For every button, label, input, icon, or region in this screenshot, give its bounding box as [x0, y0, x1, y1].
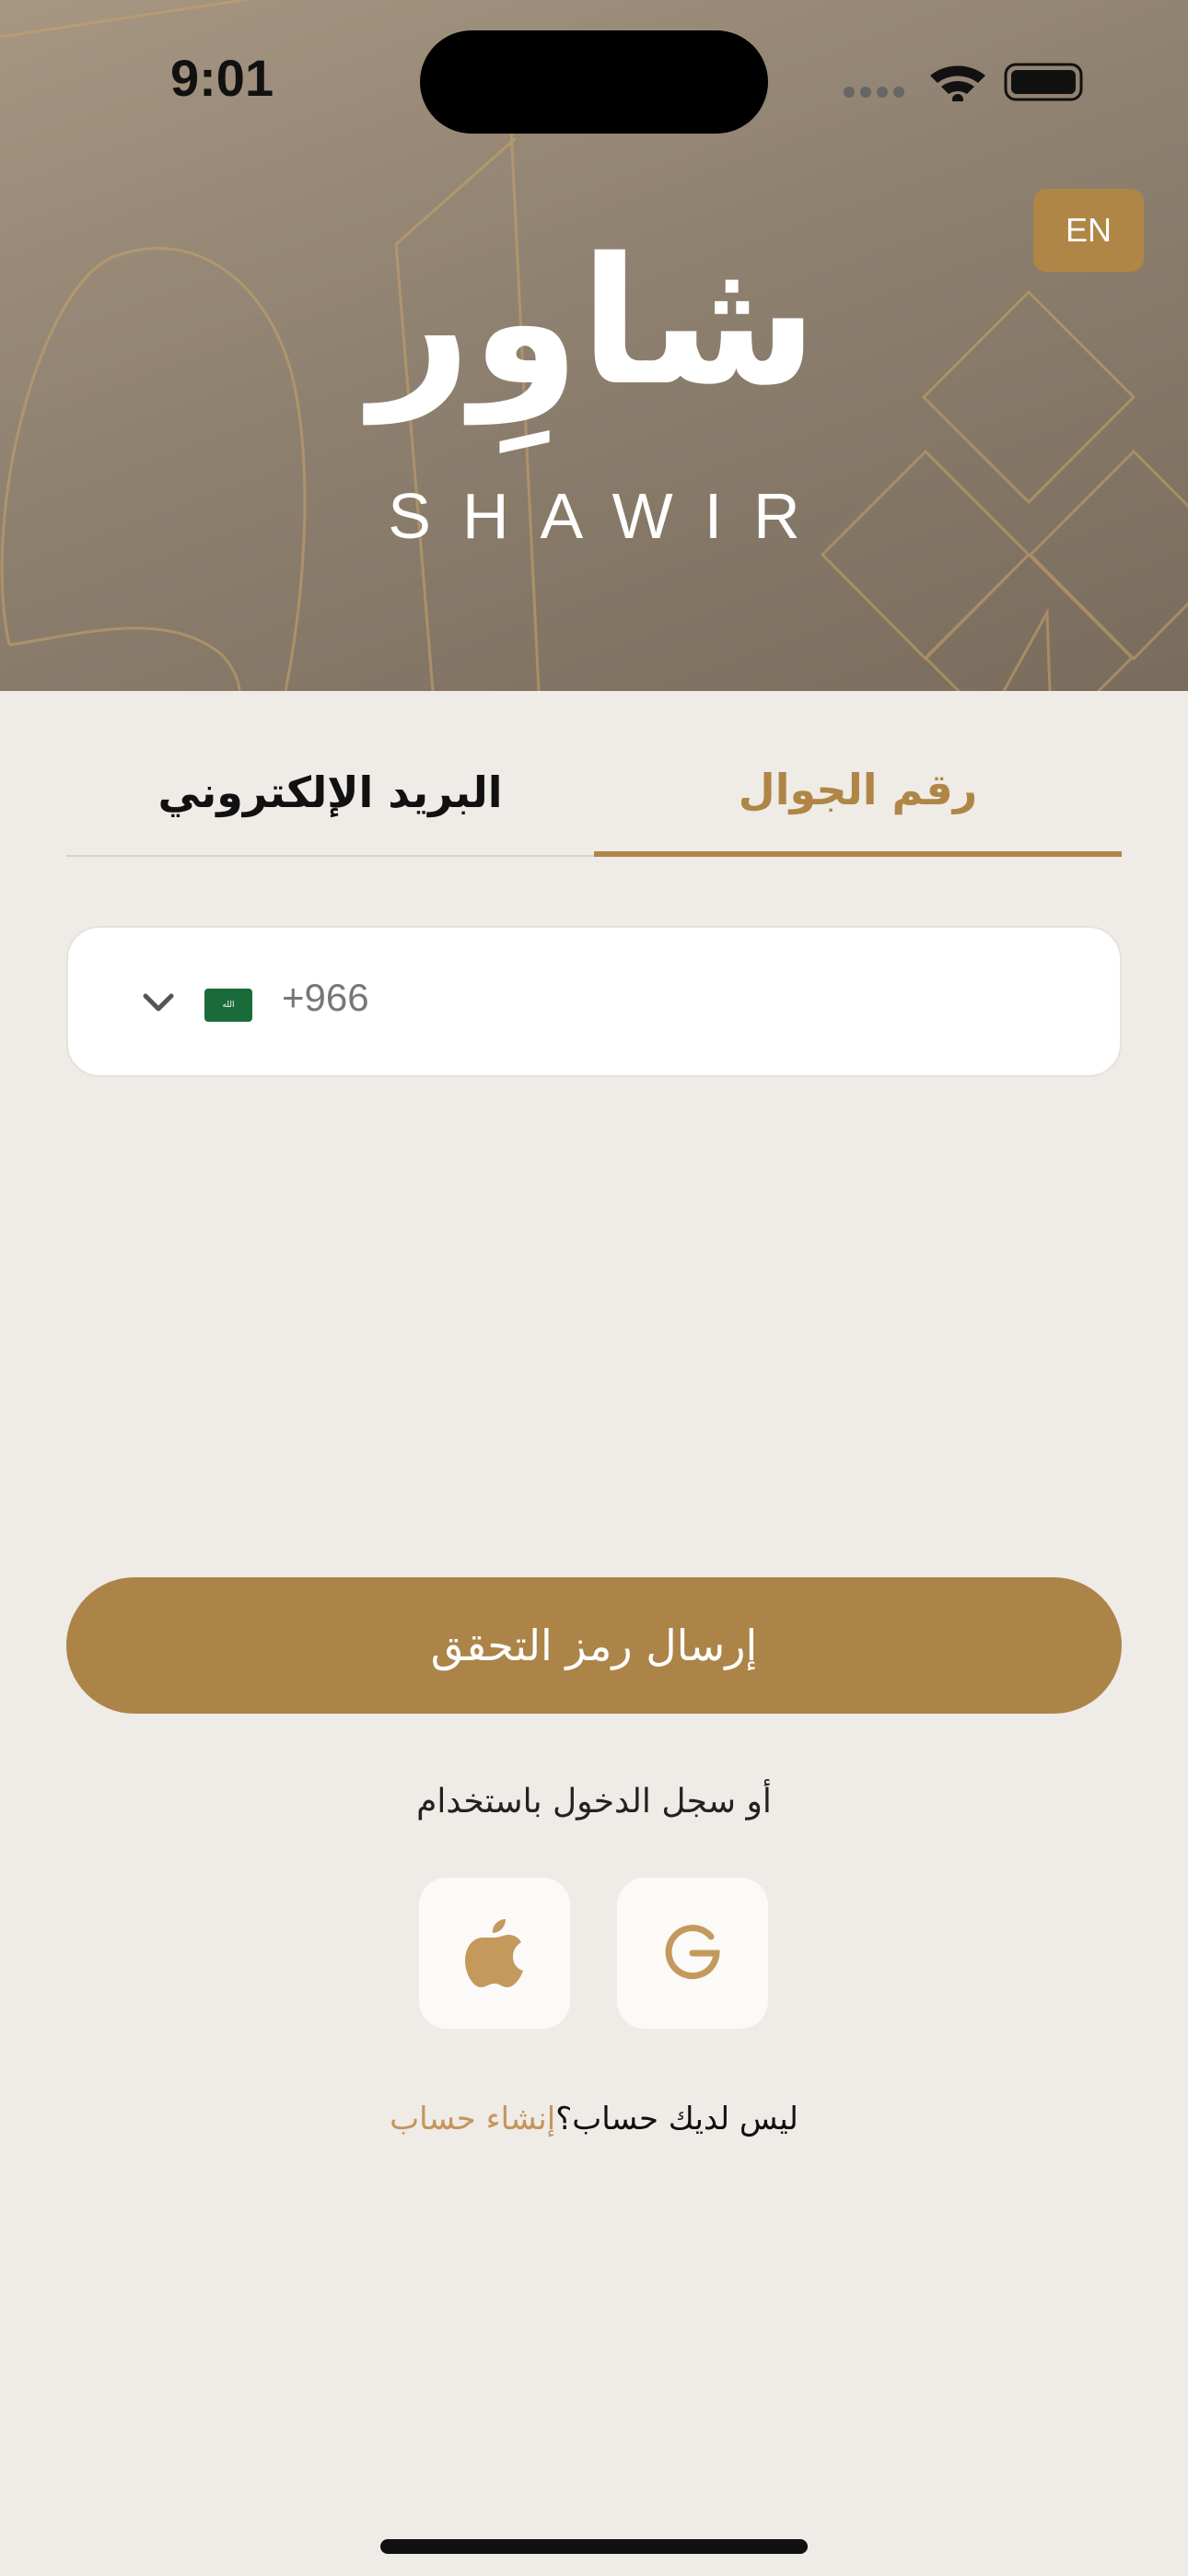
google-login-button[interactable] — [617, 1878, 768, 2029]
tab-email[interactable]: البريد الإلكتروني — [66, 728, 594, 857]
battery-icon — [1004, 63, 1083, 101]
logo-english: SHAWIR — [388, 480, 832, 552]
social-login-caption: أو سجل الدخول باستخدام — [416, 1783, 772, 1821]
create-account-link[interactable]: إنشاء حساب — [390, 2101, 555, 2137]
saudi-flag-icon: الله — [204, 989, 252, 1022]
header-banner: 9:01 EN شاوِر SHAWIR — [0, 0, 1188, 691]
dynamic-island — [420, 30, 768, 134]
google-icon — [665, 1925, 720, 1980]
signal-icon — [844, 87, 855, 98]
login-method-tabs: رقم الجوال البريد الإلكتروني — [66, 728, 1122, 857]
status-time: 9:01 — [170, 49, 274, 107]
home-indicator — [380, 2539, 808, 2554]
signup-prompt: ليس لديك حساب؟إنشاء حساب — [0, 2101, 1188, 2137]
chevron-down-icon[interactable] — [140, 985, 177, 1022]
logo-arabic: شاوِر — [370, 220, 818, 424]
phone-number-field[interactable]: الله +966 — [66, 926, 1122, 1077]
wifi-icon — [930, 65, 985, 101]
country-code: +966 — [282, 976, 369, 1019]
language-toggle-button[interactable]: EN — [1033, 189, 1144, 272]
apple-login-button[interactable] — [419, 1878, 570, 2029]
send-verification-code-button[interactable]: إرسال رمز التحقق — [66, 1577, 1122, 1714]
tab-phone[interactable]: رقم الجوال — [594, 728, 1122, 857]
apple-icon — [465, 1919, 523, 1987]
status-icons — [844, 63, 1083, 101]
signup-text: ليس لديك حساب؟ — [555, 2101, 798, 2137]
